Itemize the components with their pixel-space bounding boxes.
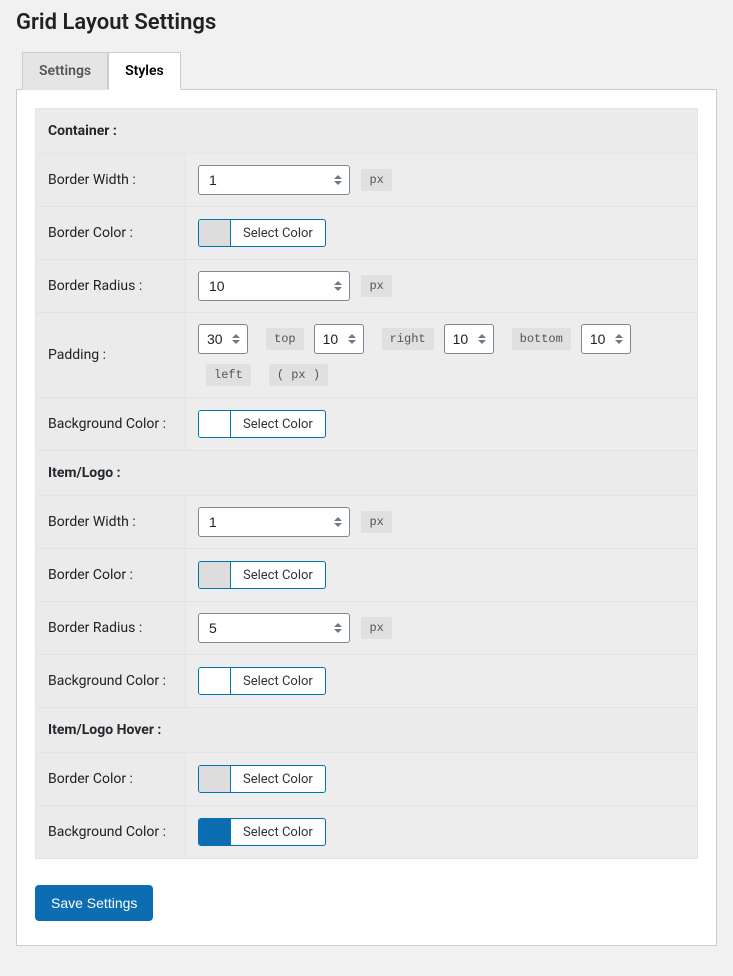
tab-settings[interactable]: Settings: [22, 52, 108, 90]
padding-px-label: ( px ): [269, 364, 328, 386]
container-border-radius-input[interactable]: [198, 271, 350, 301]
container-border-width-label: Border Width :: [36, 154, 186, 207]
container-padding-label: Padding :: [36, 313, 186, 398]
unit-px: px: [361, 511, 391, 533]
padding-left-label: left: [206, 364, 251, 386]
select-color-label: Select Color: [231, 562, 325, 588]
container-bg-color-picker[interactable]: Select Color: [198, 410, 326, 438]
color-swatch: [199, 411, 231, 437]
item-border-color-label: Border Color :: [36, 549, 186, 602]
stepper-icon[interactable]: [332, 171, 344, 189]
unit-px: px: [361, 169, 391, 191]
container-border-color-picker[interactable]: Select Color: [198, 219, 326, 247]
item-bg-color-picker[interactable]: Select Color: [198, 667, 326, 695]
container-border-color-label: Border Color :: [36, 207, 186, 260]
stepper-icon[interactable]: [476, 330, 488, 348]
item-border-width-input[interactable]: [198, 507, 350, 537]
stepper-icon[interactable]: [346, 330, 358, 348]
color-swatch: [199, 668, 231, 694]
color-swatch: [199, 819, 231, 845]
item-border-radius-field[interactable]: [198, 613, 350, 643]
select-color-label: Select Color: [231, 220, 325, 246]
page-title: Grid Layout Settings: [16, 10, 717, 35]
hover-bg-color-picker[interactable]: Select Color: [198, 818, 326, 846]
select-color-label: Select Color: [231, 411, 325, 437]
section-hover-header: Item/Logo Hover :: [36, 708, 698, 753]
hover-border-color-picker[interactable]: Select Color: [198, 765, 326, 793]
stepper-icon[interactable]: [332, 513, 344, 531]
tab-bar: Settings Styles: [16, 51, 717, 90]
container-border-width-input[interactable]: [198, 165, 350, 195]
unit-px: px: [361, 275, 391, 297]
color-swatch: [199, 220, 231, 246]
padding-bottom-label: bottom: [512, 328, 571, 350]
item-border-color-picker[interactable]: Select Color: [198, 561, 326, 589]
settings-table: Container : Border Width : px Border Col…: [35, 108, 698, 859]
select-color-label: Select Color: [231, 668, 325, 694]
section-container-header: Container :: [36, 109, 698, 154]
container-border-radius-label: Border Radius :: [36, 260, 186, 313]
color-swatch: [199, 766, 231, 792]
select-color-label: Select Color: [231, 766, 325, 792]
item-border-radius-input[interactable]: [198, 613, 350, 643]
item-border-width-field[interactable]: [198, 507, 350, 537]
unit-px: px: [361, 617, 391, 639]
padding-top-label: top: [266, 328, 304, 350]
hover-bg-color-label: Background Color :: [36, 806, 186, 859]
item-border-radius-label: Border Radius :: [36, 602, 186, 655]
item-bg-color-label: Background Color :: [36, 655, 186, 708]
select-color-label: Select Color: [231, 819, 325, 845]
padding-right-input[interactable]: [314, 324, 364, 354]
color-swatch: [199, 562, 231, 588]
container-border-radius-field[interactable]: [198, 271, 350, 301]
stepper-icon[interactable]: [230, 330, 242, 348]
stepper-icon[interactable]: [332, 277, 344, 295]
container-border-width-field[interactable]: [198, 165, 350, 195]
save-settings-button[interactable]: Save Settings: [35, 885, 153, 921]
tab-styles[interactable]: Styles: [108, 52, 181, 90]
padding-bottom-input[interactable]: [444, 324, 494, 354]
padding-left-input[interactable]: [581, 324, 631, 354]
padding-right-label: right: [382, 328, 434, 350]
container-bg-color-label: Background Color :: [36, 398, 186, 451]
padding-top-input[interactable]: [198, 324, 248, 354]
stepper-icon[interactable]: [332, 619, 344, 637]
section-item-header: Item/Logo :: [36, 451, 698, 496]
item-border-width-label: Border Width :: [36, 496, 186, 549]
stepper-icon[interactable]: [613, 330, 625, 348]
hover-border-color-label: Border Color :: [36, 753, 186, 806]
panel-styles: Container : Border Width : px Border Col…: [16, 90, 717, 946]
